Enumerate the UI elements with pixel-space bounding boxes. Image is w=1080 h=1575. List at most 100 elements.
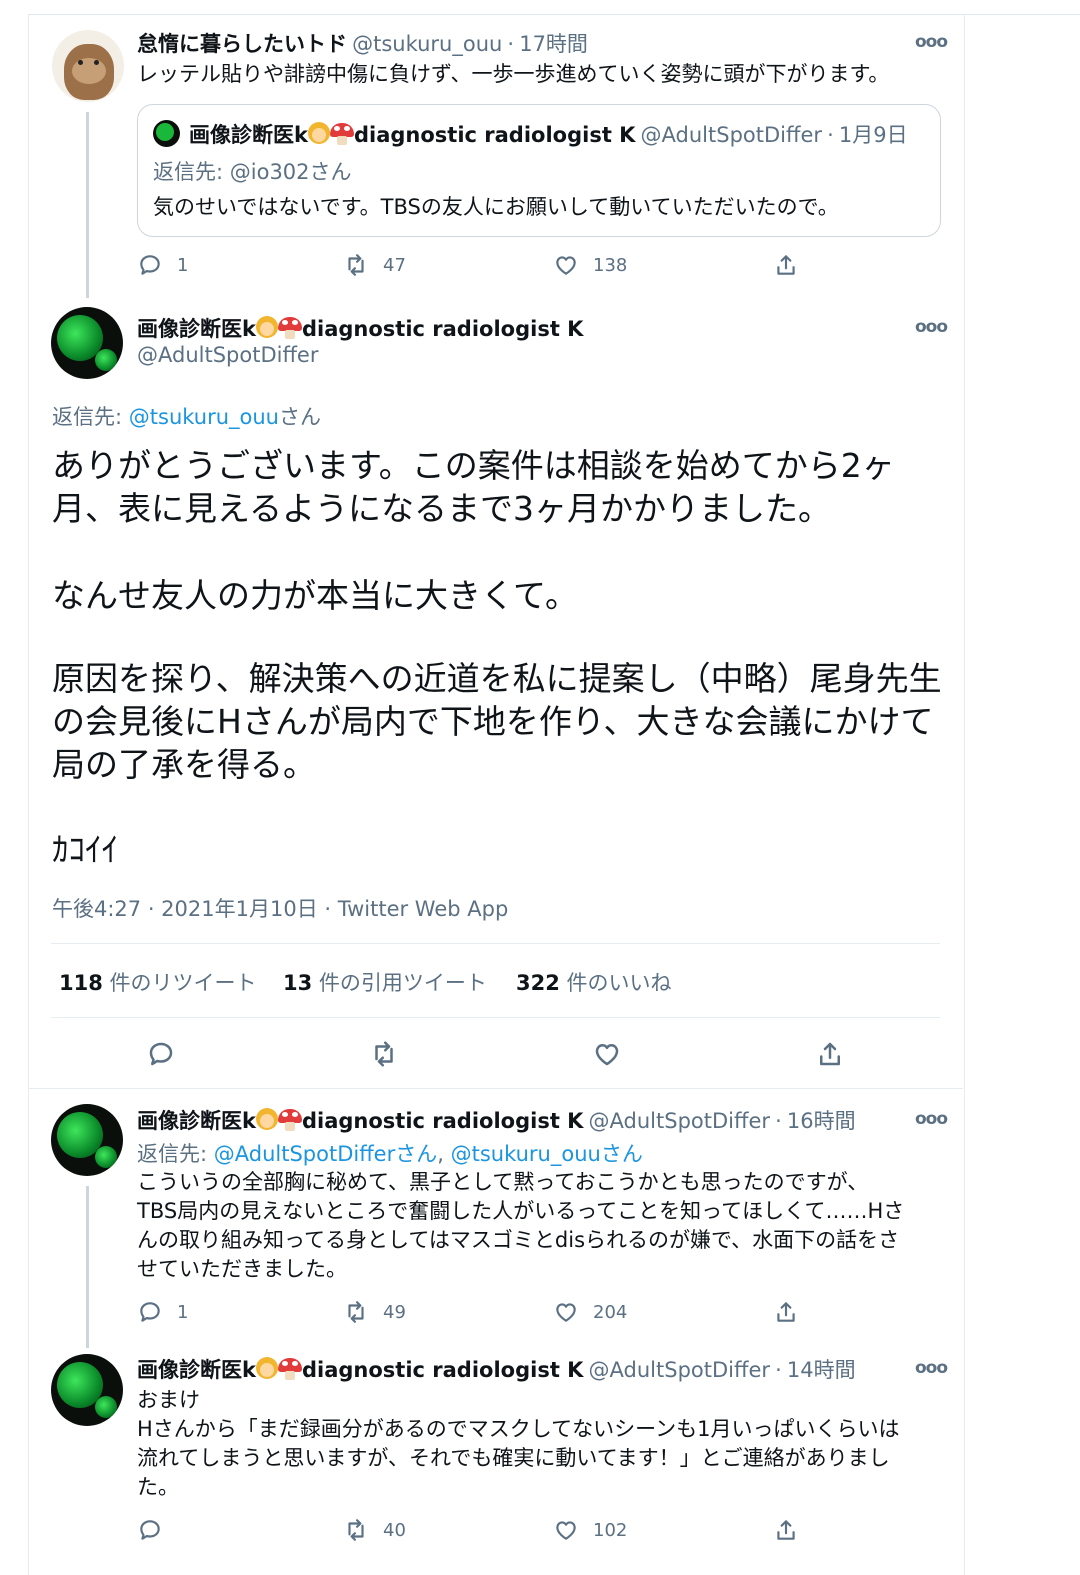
more-icon[interactable]: ooo bbox=[915, 32, 948, 52]
separator: · bbox=[775, 1358, 782, 1382]
reply-to: 返信先: @AdultSpotDifferさん, @tsukuru_ouuさん bbox=[137, 1142, 643, 1166]
retweet-icon bbox=[348, 1301, 364, 1323]
tweet-text-line: ｶｺｲｲ bbox=[52, 830, 118, 869]
avatar[interactable] bbox=[51, 1104, 123, 1176]
heart-icon bbox=[556, 1303, 576, 1322]
display-name[interactable]: 画像診断医k diagnostic radiologist K bbox=[137, 313, 583, 343]
mushroom-emoji-icon bbox=[277, 1108, 302, 1132]
timestamp[interactable]: 17時間 bbox=[519, 32, 588, 56]
share-button[interactable] bbox=[815, 1039, 845, 1069]
tweet-text-line: せていただきました。 bbox=[137, 1257, 347, 1281]
retweet-icon bbox=[375, 1041, 393, 1067]
reply-button[interactable] bbox=[137, 1517, 177, 1543]
avatar[interactable] bbox=[51, 307, 123, 379]
retweet-icon bbox=[348, 1519, 364, 1541]
retweet-button[interactable] bbox=[369, 1039, 399, 1069]
tweet-text-line: Hさんから「まだ録画分があるのでマスクしてないシーンも1月いっぱいくらいは bbox=[137, 1417, 900, 1441]
retweet-button[interactable]: 47 bbox=[343, 252, 406, 278]
quoted-display-name: 画像診断医k diagnostic radiologist K bbox=[189, 122, 636, 147]
quoted-reply-to: 返信先: @io302さん bbox=[153, 160, 352, 184]
thread-line bbox=[86, 112, 89, 298]
separator: · bbox=[507, 32, 515, 56]
retweet-icon bbox=[348, 254, 364, 276]
timeline-column bbox=[28, 15, 965, 1575]
like-button[interactable]: 138 bbox=[553, 252, 627, 278]
tweet-text-line: た。 bbox=[137, 1475, 179, 1499]
share-button[interactable] bbox=[773, 252, 799, 278]
tweet-text: レッテル貼りや誹謗中傷に負けず、一歩一歩進めていく姿勢に頭が下がります。 bbox=[137, 62, 890, 86]
handle[interactable]: @AdultSpotDiffer bbox=[589, 1358, 770, 1382]
reply-button[interactable]: 1 bbox=[137, 1299, 188, 1325]
retweet-button[interactable]: 40 bbox=[343, 1517, 406, 1543]
woman-emoji-icon bbox=[255, 316, 278, 340]
display-name[interactable]: 画像診断医k diagnostic radiologist K bbox=[137, 1108, 583, 1133]
tweet-text-line: こういうの全部胸に秘めて、黒子として黙っておこうかとも思ったのですが、 bbox=[137, 1170, 869, 1194]
quote-count[interactable]: 13 件の引用ツイート bbox=[283, 967, 487, 997]
tweet-meta[interactable]: 午後4:27 · 2021年1月10日 · Twitter Web App bbox=[52, 893, 508, 923]
timestamp[interactable]: 14時間 bbox=[787, 1358, 856, 1382]
reply-icon bbox=[140, 1520, 160, 1540]
reply-icon bbox=[140, 255, 160, 275]
reply-button[interactable] bbox=[146, 1039, 176, 1069]
tweet-text-line: 局の了承を得る。 bbox=[52, 745, 316, 784]
share-button[interactable] bbox=[773, 1299, 799, 1325]
handle[interactable]: @AdultSpotDiffer bbox=[137, 343, 318, 367]
retweet-button[interactable]: 49 bbox=[343, 1299, 406, 1325]
tweet-text-line: 流れてしまうと思いますが、それでも確実に動いてます！」とご連絡がありまし bbox=[137, 1446, 890, 1470]
tweet-text-line: TBS局内の見えないところで奮闘した人がいるってことを知ってほしくて……Hさ bbox=[137, 1199, 905, 1223]
share-icon bbox=[777, 1302, 795, 1322]
more-icon[interactable]: ooo bbox=[915, 1358, 948, 1378]
tweet-text-line: 原因を探り、解決策への近道を私に提案し（中略）尾身先生 bbox=[52, 659, 942, 698]
handle[interactable]: @AdultSpotDiffer bbox=[589, 1109, 770, 1133]
avatar[interactable] bbox=[52, 30, 124, 102]
tweet-text-line: ありがとうございます。この案件は相談を始めてから2ヶ bbox=[52, 446, 895, 485]
share-icon bbox=[820, 1042, 840, 1066]
mushroom-emoji-icon bbox=[329, 122, 354, 146]
heart-icon bbox=[556, 1521, 576, 1540]
thread-line bbox=[86, 1186, 89, 1348]
like-count[interactable]: 322 件のいいね bbox=[516, 967, 672, 997]
mention-link[interactable]: @tsukuru_ouu bbox=[129, 405, 279, 429]
woman-emoji-icon bbox=[307, 122, 330, 146]
heart-icon bbox=[595, 1044, 619, 1066]
reply-icon bbox=[140, 1302, 160, 1322]
quoted-handle: @AdultSpotDiffer bbox=[640, 123, 823, 147]
more-icon[interactable]: ooo bbox=[915, 1109, 948, 1129]
reply-to: 返信先: @tsukuru_ouuさん bbox=[52, 405, 321, 429]
separator: · bbox=[775, 1109, 782, 1133]
handle[interactable]: @tsukuru_ouu bbox=[352, 32, 502, 56]
retweet-count[interactable]: 118 件のリツイート bbox=[59, 967, 257, 997]
avatar[interactable] bbox=[51, 1354, 123, 1426]
tweet-text-line: んの取り組み知ってる身としてはマスゴミとdisられるのが嫌で、水面下の話をさ bbox=[137, 1228, 900, 1252]
mushroom-emoji-icon bbox=[277, 1357, 302, 1381]
like-button[interactable]: 204 bbox=[553, 1299, 627, 1325]
divider bbox=[51, 943, 940, 944]
more-icon[interactable]: ooo bbox=[915, 317, 948, 337]
woman-emoji-icon bbox=[255, 1357, 278, 1381]
divider bbox=[51, 1017, 940, 1018]
mushroom-emoji-icon bbox=[277, 316, 302, 340]
woman-emoji-icon bbox=[255, 1108, 278, 1132]
heart-icon bbox=[556, 256, 576, 275]
quoted-text: 気のせいではないです。TBSの友人にお願いして動いていただいたので。 bbox=[153, 195, 839, 219]
reply-icon bbox=[149, 1042, 173, 1066]
quoted-avatar bbox=[153, 120, 180, 147]
tweet-text-line: おまけ bbox=[137, 1388, 200, 1412]
mention-link[interactable]: @tsukuru_ouuさん bbox=[451, 1142, 643, 1166]
reply-button[interactable]: 1 bbox=[137, 252, 188, 278]
quoted-date: 1月9日 bbox=[838, 123, 908, 147]
mention-link[interactable]: @AdultSpotDifferさん bbox=[214, 1142, 437, 1166]
tweet-text-line: なんせ友人の力が本当に大きくて。 bbox=[52, 576, 579, 615]
like-button[interactable]: 102 bbox=[553, 1517, 627, 1543]
display-name[interactable]: 画像診断医k diagnostic radiologist K bbox=[137, 1357, 583, 1382]
divider bbox=[28, 1088, 963, 1089]
share-icon bbox=[777, 255, 795, 275]
share-icon bbox=[777, 1520, 795, 1540]
share-button[interactable] bbox=[773, 1517, 799, 1543]
like-button[interactable] bbox=[592, 1039, 622, 1069]
tweet-text-line: 月、表に見えるようになるまで3ヶ月かかりました。 bbox=[52, 489, 832, 528]
timestamp[interactable]: 16時間 bbox=[787, 1109, 856, 1133]
separator: · bbox=[827, 123, 834, 147]
display-name[interactable]: 怠惰に暮らしたいトド bbox=[137, 32, 347, 56]
tweet-text-line: の会見後にHさんが局内で下地を作り、大きな会議にかけて bbox=[52, 702, 934, 741]
